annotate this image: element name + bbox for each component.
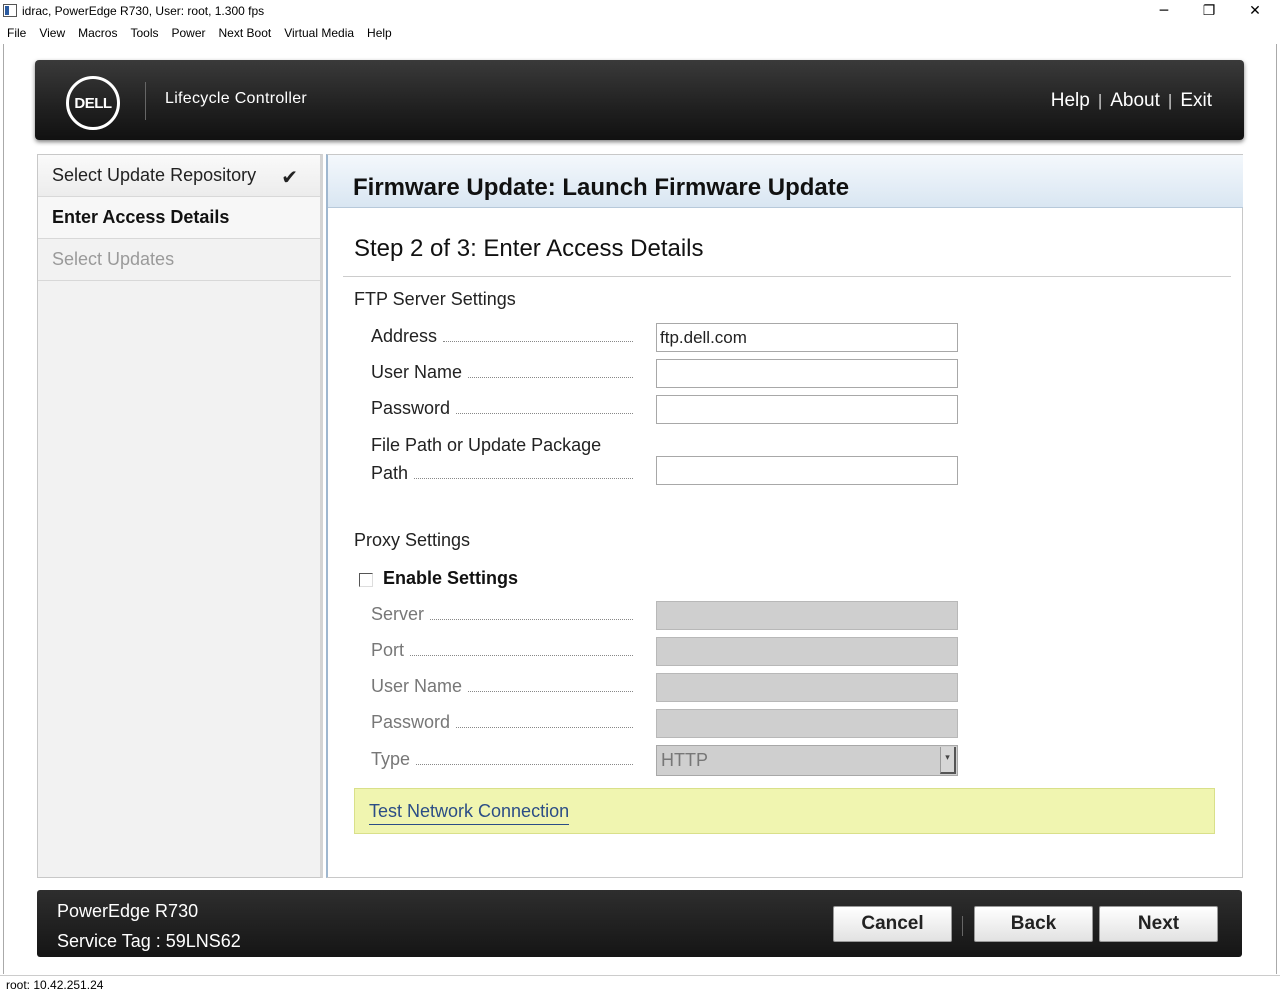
step-select-updates: Select Updates [38,239,320,281]
proxy-server-input [656,601,958,630]
menu-macros[interactable]: Macros [78,26,117,40]
step-label: Select Updates [52,249,175,269]
proxy-port-input [656,637,958,666]
minimize-icon[interactable]: ─ [1141,0,1187,22]
ftp-username-input[interactable] [656,359,958,388]
lc-footer: PowerEdge R730 Service Tag : 59LNS62 Can… [37,890,1242,957]
button-separator [962,916,963,936]
proxy-username-input [656,673,958,702]
proxy-server-label: Server [371,604,633,625]
address-label: Address [371,326,633,347]
proxy-username-label: User Name [371,676,633,697]
dot-leader [456,727,633,728]
ftp-settings-heading: FTP Server Settings [354,289,516,309]
dot-leader [410,655,633,656]
ftp-username-label-text: User Name [371,362,463,382]
cancel-button[interactable]: Cancel [833,906,952,942]
dot-leader [414,478,633,479]
page-title: Firmware Update: Launch Firmware Update [353,174,850,201]
dot-leader [468,691,633,692]
proxy-type-select: HTTP ▾ [656,745,958,776]
enable-settings-checkbox[interactable] [359,573,373,587]
proxy-password-label-text: Password [371,712,451,732]
restore-icon[interactable]: ❐ [1186,0,1232,22]
address-label-text: Address [371,326,438,346]
proxy-type-label-text: Type [371,749,411,769]
proxy-port-label-text: Port [371,640,405,660]
about-link[interactable]: About [1110,90,1160,112]
proxy-port-label: Port [371,640,633,661]
window-titlebar: idrac, PowerEdge R730, User: root, 1.300… [0,0,1280,23]
menu-tools[interactable]: Tools [130,26,158,40]
main-panel: Firmware Update: Launch Firmware Update … [326,154,1243,878]
ftp-password-input[interactable] [656,395,958,424]
ftp-password-label: Password [371,398,633,419]
menu-view[interactable]: View [39,26,65,40]
file-path-input[interactable] [656,456,958,485]
step-enter-access-details[interactable]: Enter Access Details [38,197,320,239]
file-path-label-line1: File Path or Update Package [371,435,602,455]
header-links: Help | About | Exit [1051,90,1212,112]
dell-logo: DELL [66,76,120,130]
menu-help[interactable]: Help [367,26,392,40]
panel-header: Firmware Update: Launch Firmware Update [328,155,1243,208]
window-title: idrac, PowerEdge R730, User: root, 1.300… [22,4,265,18]
ftp-username-label: User Name [371,362,633,383]
divider [343,276,1231,277]
enable-settings-label[interactable]: Enable Settings [383,568,518,589]
dot-leader [443,341,633,342]
proxy-password-input [656,709,958,738]
lc-header: DELL Lifecycle Controller Help | About |… [35,60,1244,140]
file-path-label: File Path or Update Package Path [371,435,633,484]
step-label: Select Update Repository [52,165,257,185]
proxy-server-label-text: Server [371,604,425,624]
test-network-connection-link[interactable]: Test Network Connection [369,801,570,825]
dot-leader [430,619,633,620]
link-separator: | [1167,91,1173,110]
menu-virtual-media[interactable]: Virtual Media [284,26,354,40]
step-label: Enter Access Details [52,207,230,227]
menu-next-boot[interactable]: Next Boot [219,26,272,40]
header-divider [145,82,146,120]
status-bar: root: 10.42.251.24 [0,975,1280,994]
ftp-password-label-text: Password [371,398,451,418]
dot-leader [456,413,633,414]
dot-leader [468,377,633,378]
exit-link[interactable]: Exit [1180,90,1212,112]
menu-file[interactable]: File [7,26,26,40]
service-tag: Service Tag : 59LNS62 [57,931,241,951]
file-path-label-line2: Path [371,463,409,483]
step-title: Step 2 of 3: Enter Access Details [354,235,704,262]
close-icon[interactable]: ✕ [1232,0,1278,22]
checkmark-icon: ✔ [281,165,298,189]
app-icon [3,4,17,17]
proxy-type-label: Type [371,749,633,770]
menu-power[interactable]: Power [172,26,206,40]
wizard-steps-nav: Select Update Repository ✔ Enter Access … [37,154,323,878]
test-connection-bar: Test Network Connection [354,788,1215,834]
back-button[interactable]: Back [974,906,1093,942]
file-path-label-line2-row: Path [371,463,633,484]
proxy-password-label: Password [371,712,633,733]
step-select-update-repository[interactable]: Select Update Repository ✔ [38,155,320,197]
app-name: Lifecycle Controller [165,90,308,107]
address-input[interactable] [656,323,958,352]
help-link[interactable]: Help [1051,90,1090,112]
proxy-type-value: HTTP [661,750,708,770]
dot-leader [416,764,633,765]
menu-bar: File View Macros Tools Power Next Boot V… [0,23,1280,43]
system-model: PowerEdge R730 [57,901,199,921]
dropdown-arrow-icon: ▾ [940,747,956,774]
next-button[interactable]: Next [1099,906,1218,942]
link-separator: | [1097,91,1103,110]
proxy-settings-heading: Proxy Settings [354,530,471,550]
proxy-username-label-text: User Name [371,676,463,696]
